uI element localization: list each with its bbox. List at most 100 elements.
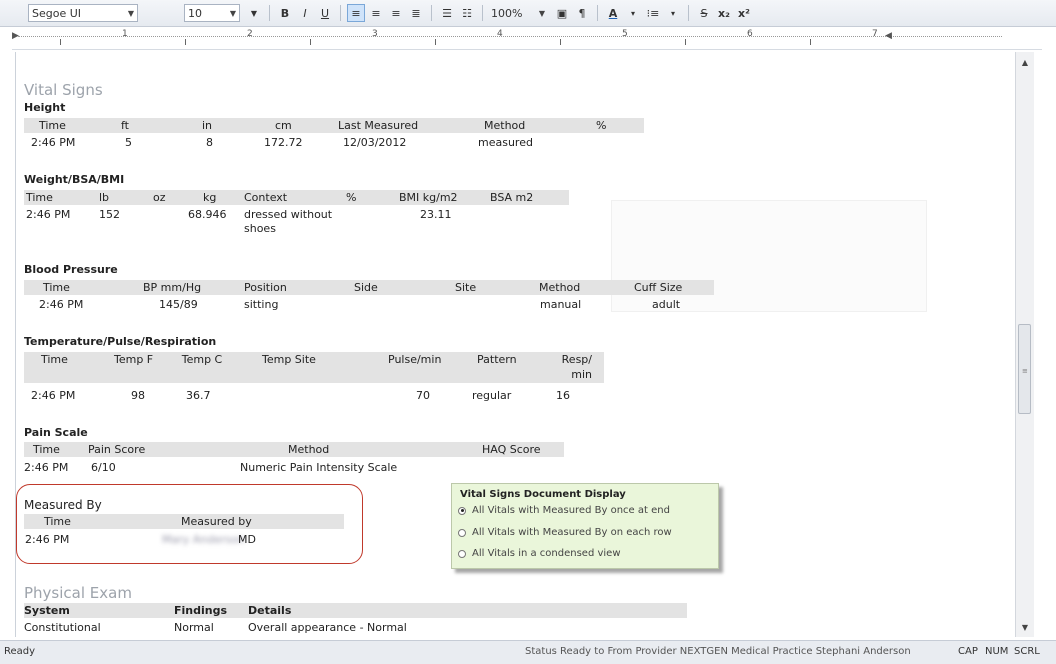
tpr-col-time: Time bbox=[41, 353, 68, 366]
zoom-combo[interactable]: 100% ▼ bbox=[488, 4, 548, 22]
align-left-button[interactable]: ≡ bbox=[347, 4, 365, 22]
pain-col-haq: HAQ Score bbox=[482, 443, 541, 456]
subscript-button[interactable]: x₂ bbox=[715, 4, 733, 22]
strikethrough-button[interactable]: S bbox=[695, 4, 713, 22]
display-option-condensed[interactable]: All Vitals in a condensed view bbox=[458, 548, 621, 559]
font-size-combo[interactable]: 10 ▼ bbox=[184, 4, 240, 22]
ruler-number: 1 bbox=[122, 29, 128, 39]
toolbar-separator bbox=[688, 5, 689, 21]
status-caps: CAP bbox=[958, 646, 978, 657]
underline-button[interactable]: U bbox=[316, 4, 334, 22]
align-right-button[interactable]: ≡ bbox=[387, 4, 405, 22]
align-center-icon: ≡ bbox=[371, 6, 381, 20]
weight-col-bmi: BMI kg/m2 bbox=[399, 191, 458, 204]
bp-cell-bp: 145/89 bbox=[159, 298, 198, 311]
chevron-down-icon[interactable]: ▼ bbox=[245, 4, 263, 22]
bullet-list-icon: ☷ bbox=[462, 6, 472, 20]
bullet-list-button[interactable]: ☷ bbox=[458, 4, 476, 22]
bp-col-side: Side bbox=[354, 281, 378, 294]
toolbar-separator bbox=[269, 5, 270, 21]
font-name-value: Segoe UI bbox=[32, 6, 82, 20]
physical-col-details: Details bbox=[248, 604, 292, 617]
pain-cell-score: 6/10 bbox=[91, 461, 116, 474]
bp-col-position: Position bbox=[244, 281, 287, 294]
numbered-list-button[interactable]: ☰ bbox=[438, 4, 456, 22]
weight-cell-bmi: 23.11 bbox=[420, 208, 452, 221]
grip-icon: ≡ bbox=[1022, 367, 1028, 375]
height-col-time: Time bbox=[39, 119, 66, 132]
tpr-col-temp-c: Temp C bbox=[181, 353, 223, 366]
physical-cell-details: Overall appearance - Normal bbox=[248, 621, 407, 634]
vertical-scrollbar[interactable]: ▲ ≡ ▼ bbox=[1015, 52, 1034, 637]
physical-cell-system: Constitutional bbox=[24, 621, 101, 634]
tpr-col-resp: Resp/ min bbox=[561, 353, 592, 381]
physical-exam-title: Physical Exam bbox=[24, 584, 132, 602]
right-margin-marker-icon[interactable]: ◀ bbox=[885, 31, 892, 41]
option-label: All Vitals in a condensed view bbox=[472, 548, 621, 559]
height-cell-ft: 5 bbox=[125, 136, 132, 149]
weight-col-percent: % bbox=[346, 191, 357, 204]
display-option-each-row[interactable]: All Vitals with Measured By on each row bbox=[458, 527, 672, 538]
numbered-list-icon: ☰ bbox=[442, 6, 452, 20]
height-col-last-measured: Last Measured bbox=[338, 119, 419, 132]
line-spacing-button[interactable]: ⁝≡ bbox=[644, 4, 662, 22]
bp-cell-method: manual bbox=[540, 298, 582, 311]
measured-col-measured-by: Measured by bbox=[181, 515, 252, 528]
pain-col-score: Pain Score bbox=[88, 443, 146, 456]
italic-button[interactable]: I bbox=[296, 4, 314, 22]
bp-col-method: Method bbox=[539, 281, 581, 294]
insert-field-button[interactable]: ▣ bbox=[553, 4, 571, 22]
ruler-number: 3 bbox=[372, 29, 378, 39]
scroll-up-icon[interactable]: ▲ bbox=[1016, 54, 1034, 70]
font-color-button[interactable]: A bbox=[604, 4, 622, 22]
measured-cell-suffix: MD bbox=[238, 533, 256, 546]
ruler-tick bbox=[810, 39, 811, 45]
zoom-value: 100% bbox=[491, 6, 523, 20]
ruler-tick bbox=[560, 39, 561, 45]
display-option-once-at-end[interactable]: All Vitals with Measured By once at end bbox=[458, 505, 670, 516]
height-cell-in: 8 bbox=[206, 136, 213, 149]
physical-col-system: System bbox=[24, 604, 70, 617]
tpr-cell-pattern: regular bbox=[472, 389, 512, 402]
bp-title: Blood Pressure bbox=[24, 263, 118, 276]
bold-button[interactable]: B bbox=[276, 4, 294, 22]
status-bar: Ready Status Ready to From Provider NEXT… bbox=[0, 640, 1056, 664]
superscript-button[interactable]: x² bbox=[735, 4, 753, 22]
font-name-combo[interactable]: Segoe UI ▼ bbox=[28, 4, 138, 22]
toolbar-separator bbox=[340, 5, 341, 21]
bp-col-cuff-size: Cuff Size bbox=[634, 281, 683, 294]
pain-title: Pain Scale bbox=[24, 426, 88, 439]
line-spacing-icon: ⁝≡ bbox=[646, 6, 660, 20]
scroll-thumb[interactable]: ≡ bbox=[1018, 324, 1031, 414]
ruler-number: 5 bbox=[622, 29, 628, 39]
measured-cell-name-redacted: Mary Anderson bbox=[162, 533, 245, 546]
status-num: NUM bbox=[985, 646, 1009, 657]
callout-title: Vital Signs Document Display bbox=[460, 489, 626, 500]
ruler-number: 4 bbox=[497, 29, 503, 39]
ruler-number: 2 bbox=[247, 29, 253, 39]
horizontal-ruler[interactable]: ▶ 1 2 3 4 5 6 7 ◀ bbox=[12, 27, 1042, 50]
radio-selected-icon[interactable] bbox=[458, 506, 466, 515]
scroll-down-icon[interactable]: ▼ bbox=[1016, 619, 1034, 635]
justify-button[interactable]: ≣ bbox=[407, 4, 425, 22]
chevron-down-icon[interactable]: ▾ bbox=[624, 4, 642, 22]
tpr-cell-temp-c: 36.7 bbox=[186, 389, 211, 402]
tpr-col-pattern: Pattern bbox=[477, 353, 517, 366]
tpr-cell-resp: 16 bbox=[556, 389, 570, 402]
bp-col-site: Site bbox=[455, 281, 477, 294]
chevron-down-icon[interactable]: ▾ bbox=[664, 4, 682, 22]
weight-cell-context: dressed without shoes bbox=[244, 208, 333, 235]
toolbar-separator bbox=[431, 5, 432, 21]
chevron-down-icon: ▼ bbox=[127, 8, 134, 18]
status-scrl: SCRL bbox=[1014, 646, 1040, 657]
show-formatting-button[interactable]: ¶ bbox=[573, 4, 591, 22]
radio-icon[interactable] bbox=[458, 549, 466, 558]
physical-cell-findings: Normal bbox=[174, 621, 214, 634]
radio-icon[interactable] bbox=[458, 528, 466, 537]
ruler-tick bbox=[60, 39, 61, 45]
height-header-row bbox=[24, 118, 644, 133]
weight-col-kg: kg bbox=[203, 191, 217, 204]
weight-col-time: Time bbox=[26, 191, 53, 204]
vital-signs-display-callout: Vital Signs Document Display All Vitals … bbox=[451, 483, 719, 569]
align-center-button[interactable]: ≡ bbox=[367, 4, 385, 22]
